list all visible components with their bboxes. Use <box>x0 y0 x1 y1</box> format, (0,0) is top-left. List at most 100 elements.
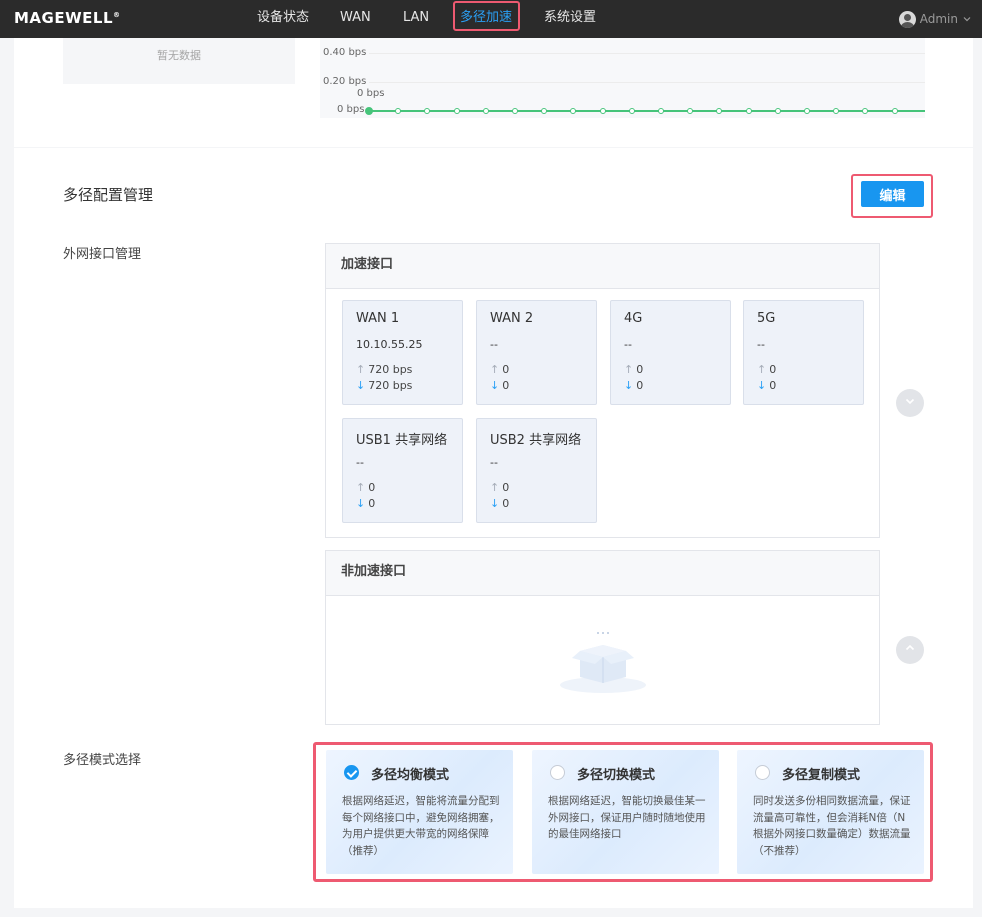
move-up-button[interactable] <box>896 636 924 664</box>
upload-rate: ↑ 720 bps <box>356 363 412 376</box>
radio-checked-icon[interactable] <box>344 765 359 780</box>
nodata-box: 暂无数据 <box>63 38 295 84</box>
brand-logo[interactable]: MAGEWELL® <box>14 9 121 27</box>
series-point <box>745 108 752 114</box>
series-point <box>804 108 810 114</box>
upload-value: 0 <box>502 481 510 494</box>
mode-description: 同时发送多份相同数据流量，保证流量高可靠性，但会消耗N倍（N根据外网接口数量确定… <box>753 795 911 857</box>
nav-lan[interactable]: LAN <box>403 0 429 38</box>
top-navbar: MAGEWELL® 设备状态 WAN LAN 多径加速 系统设置 Admin <box>0 0 982 38</box>
series-point <box>891 108 898 114</box>
series-point <box>395 108 402 114</box>
brand-trademark: ® <box>113 11 121 19</box>
series-point <box>658 108 664 114</box>
upload-rate: ↑ 0 <box>490 481 509 494</box>
upload-value: 0 <box>636 363 644 376</box>
gridline <box>369 53 925 54</box>
download-value: 0 <box>769 379 777 392</box>
series-point <box>482 108 489 114</box>
nav-wan[interactable]: WAN <box>340 0 371 38</box>
radio-icon[interactable] <box>755 765 770 780</box>
download-rate: ↓ 0 <box>490 497 509 510</box>
interface-card-wan1[interactable]: WAN 1 10.10.55.25 ↑ 720 bps ↓ 720 bps <box>342 300 463 405</box>
interface-name: WAN 2 <box>490 311 534 326</box>
interface-name: WAN 1 <box>356 311 400 326</box>
mode-card-duplicate[interactable]: 多径复制模式 同时发送多份相同数据流量，保证流量高可靠性，但会消耗N倍（N根据外… <box>737 750 924 874</box>
edit-button[interactable]: 编辑 <box>861 181 924 207</box>
series-point <box>570 108 577 114</box>
y-tick-label: 0 bps <box>337 104 365 115</box>
upload-rate: ↑ 0 <box>624 363 643 376</box>
nav-highlight-frame <box>453 1 520 31</box>
non-accelerated-interfaces-box: 非加速接口 <box>325 550 880 725</box>
radio-icon[interactable] <box>550 765 565 780</box>
interface-card-4g[interactable]: 4G -- ↑ 0 ↓ 0 <box>610 300 731 405</box>
avatar-icon <box>898 10 916 28</box>
interface-name: USB1 共享网络 <box>356 433 448 448</box>
multipath-mode-label: 多径模式选择 <box>63 753 142 768</box>
interface-name: USB2 共享网络 <box>490 433 582 448</box>
user-name: Admin <box>919 12 958 26</box>
series-point <box>833 108 840 114</box>
interface-ip: -- <box>624 338 632 351</box>
arrow-up-icon: ↑ <box>490 481 500 494</box>
arrow-down-icon: ↓ <box>356 379 366 392</box>
download-rate: ↓ 0 <box>624 379 643 392</box>
accelerated-interfaces-box: 加速接口 WAN 1 10.10.55.25 ↑ 720 bps ↓ 720 bps… <box>325 243 880 538</box>
mode-card-balance[interactable]: 多径均衡模式 根据网络延迟，智能将流量分配到每个网络接口中，避免网络拥塞，为用户… <box>326 750 513 874</box>
non-accelerated-interfaces-title: 非加速接口 <box>326 551 879 596</box>
mode-title: 多径复制模式 <box>782 768 861 783</box>
interface-card-usb2[interactable]: USB2 共享网络 -- ↑ 0 ↓ 0 <box>476 418 597 523</box>
download-value: 0 <box>502 497 510 510</box>
series-point <box>424 108 431 114</box>
upload-rate: ↑ 0 <box>757 363 776 376</box>
move-down-button[interactable] <box>896 389 924 417</box>
mode-title: 多径均衡模式 <box>371 768 450 783</box>
download-rate: ↓ 720 bps <box>356 379 412 392</box>
arrow-down-icon: ↓ <box>624 379 634 392</box>
wan-management-label: 外网接口管理 <box>63 247 142 262</box>
upload-rate: ↑ 0 <box>356 481 375 494</box>
download-value: 0 <box>636 379 644 392</box>
current-value-label: 0 bps <box>357 88 385 99</box>
interface-ip: -- <box>490 456 498 469</box>
brand-logo-text: MAGEWELL <box>14 9 114 27</box>
mode-card-switch[interactable]: 多径切换模式 根据网络延迟，智能切换最佳某一外网接口，保证用户随时随地使用的最佳… <box>532 750 719 874</box>
gridline <box>369 82 925 83</box>
arrow-up-icon: ↑ <box>490 363 500 376</box>
user-menu[interactable]: Admin <box>898 0 972 38</box>
arrow-up-icon: ↑ <box>356 363 366 376</box>
interface-ip: -- <box>490 338 498 351</box>
nav-system-settings[interactable]: 系统设置 <box>544 0 596 38</box>
interface-card-usb1[interactable]: USB1 共享网络 -- ↑ 0 ↓ 0 <box>342 418 463 523</box>
arrow-down-icon: ↓ <box>356 497 366 510</box>
empty-box-icon <box>560 632 646 693</box>
series-point <box>774 108 781 114</box>
series-point <box>365 107 373 115</box>
stats-panel: 暂无数据 0.40 bps 0.20 bps 0 bps 0 bps <box>14 38 973 147</box>
y-tick-label: 0.40 bps <box>323 47 367 58</box>
chevron-down-icon <box>963 17 971 22</box>
mode-title: 多径切换模式 <box>577 768 656 783</box>
interface-name: 5G <box>757 311 776 326</box>
arrow-down-icon: ↓ <box>490 497 500 510</box>
series-point <box>599 108 606 114</box>
multipath-config-panel: 多径配置管理 编辑 外网接口管理 加速接口 WAN 1 10.10.55.25 … <box>14 148 973 908</box>
mode-description: 根据网络延迟，智能切换最佳某一外网接口，保证用户随时随地使用的最佳网络接口 <box>548 795 706 840</box>
arrow-up-icon: ↑ <box>624 363 634 376</box>
upload-value: 0 <box>769 363 777 376</box>
interface-card-wan2[interactable]: WAN 2 -- ↑ 0 ↓ 0 <box>476 300 597 405</box>
nodata-text: 暂无数据 <box>157 49 201 62</box>
nav-device-status[interactable]: 设备状态 <box>257 0 309 38</box>
mode-description: 根据网络延迟，智能将流量分配到每个网络接口中，避免网络拥塞，为用户提供更大带宽的… <box>342 795 500 857</box>
series-point <box>541 108 548 114</box>
download-value: 0 <box>502 379 510 392</box>
section-title: 多径配置管理 <box>63 186 154 204</box>
series-point <box>716 108 723 114</box>
upload-rate: ↑ 0 <box>490 363 509 376</box>
interface-card-5g[interactable]: 5G -- ↑ 0 ↓ 0 <box>743 300 864 405</box>
download-rate: ↓ 0 <box>757 379 776 392</box>
interface-name: 4G <box>624 311 643 326</box>
series-point <box>512 108 518 114</box>
chevron-up-icon <box>905 644 915 651</box>
